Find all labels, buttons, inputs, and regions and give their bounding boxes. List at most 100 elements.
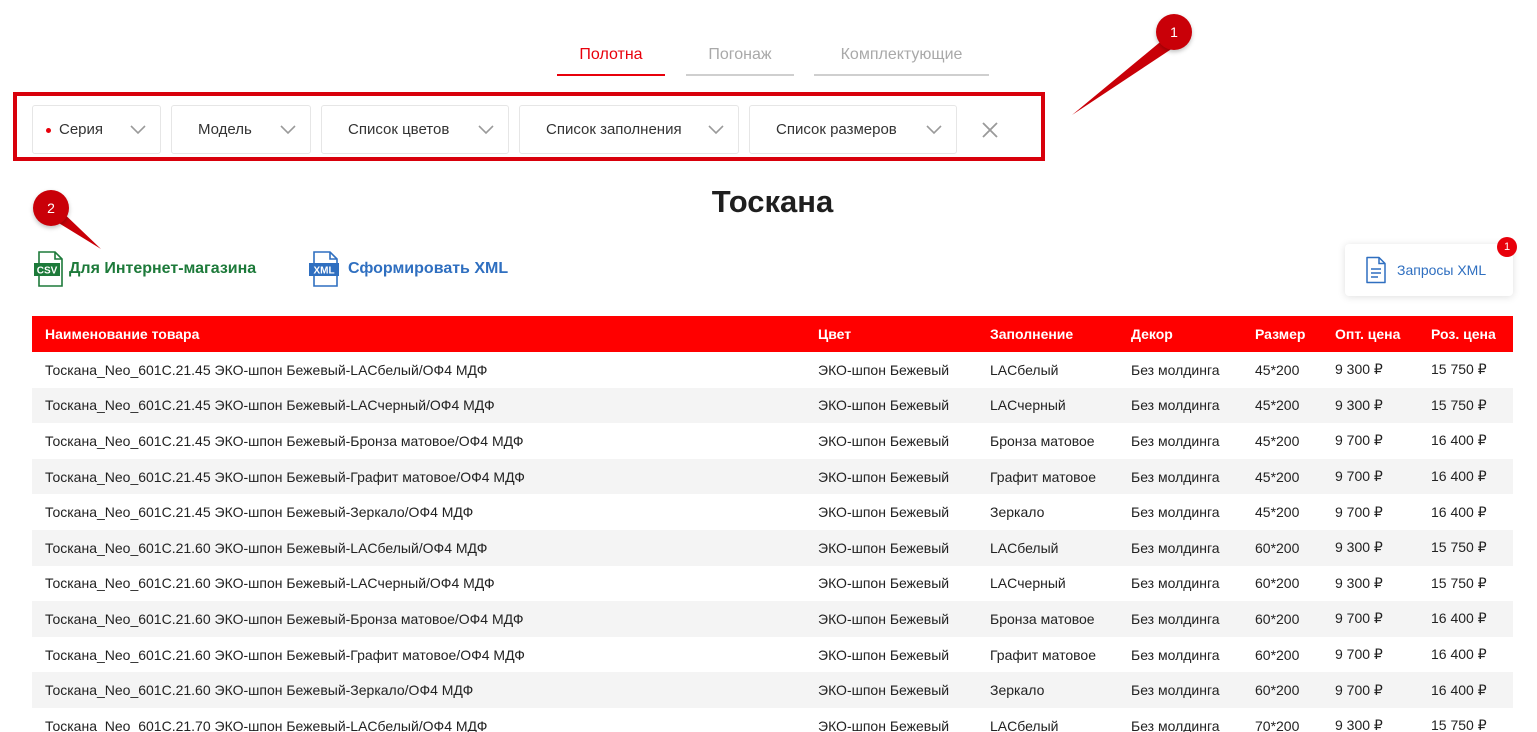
- cell-color: ЭКО-шпон Бежевый: [818, 575, 950, 592]
- cell-retail-price: 15 750 ₽: [1431, 361, 1487, 378]
- cell-name: Тоскана_Neo_601C.21.45 ЭКО-шпон Бежевый-…: [45, 432, 524, 449]
- cell-size: 60*200: [1255, 575, 1300, 592]
- cell-name: Тоскана_Neo_601C.21.45 ЭКО-шпон Бежевый-…: [45, 504, 474, 521]
- cell-name: Тоскана_Neo_601C.21.70 ЭКО-шпон Бежевый-…: [45, 717, 488, 732]
- notification-badge: 1: [1497, 237, 1517, 257]
- cell-filling: Бронза матовое: [977, 601, 1118, 637]
- cell-name: Тоскана_Neo_601C.21.60 ЭКО-шпон Бежевый-…: [32, 529, 805, 566]
- cell-filling: Графит матовое: [990, 646, 1097, 663]
- export-csv-link[interactable]: CSV Для Интернет-магазина: [33, 250, 256, 288]
- cell-filling: Бронза матовое: [990, 432, 1095, 449]
- xml-icon-text: XML: [313, 266, 334, 277]
- table-row[interactable]: Тоскана_Neo_601C.21.45 ЭКО-шпон Бежевый-…: [32, 423, 1513, 459]
- cell-name: Тоскана_Neo_601C.21.45 ЭКО-шпон Бежевый-…: [32, 387, 805, 424]
- cell-filling: LACбелый: [990, 717, 1059, 732]
- column-header-name[interactable]: Наименование товара: [32, 316, 805, 352]
- filter-label: Серия: [59, 121, 104, 138]
- clear-filters-close-icon[interactable]: [979, 119, 1001, 141]
- tab-polotna[interactable]: Полотна: [557, 40, 665, 76]
- cell-color: ЭКО-шпон Бежевый: [818, 646, 950, 663]
- generate-xml-link[interactable]: XML Сформировать XML: [308, 250, 508, 288]
- xml-requests-label: Запросы XML: [1397, 262, 1487, 278]
- cell-filling: LACчерный: [990, 575, 1066, 592]
- cell-size: 60*200: [1242, 529, 1322, 566]
- cell-size: 60*200: [1255, 646, 1300, 663]
- cell-size: 45*200: [1255, 504, 1300, 521]
- cell-filling: LACбелый: [990, 361, 1059, 378]
- chevron-down-icon: [926, 124, 942, 134]
- filter-filling-dropdown[interactable]: Список заполнения: [519, 105, 739, 154]
- column-header-color[interactable]: Цвет: [805, 316, 977, 352]
- cell-decor: Без молдинга: [1131, 504, 1220, 521]
- table-row[interactable]: Тоскана_Neo_601C.21.60 ЭКО-шпон Бежевый-…: [32, 637, 1513, 673]
- chevron-down-icon: [280, 124, 296, 134]
- table-row[interactable]: Тоскана_Neo_601C.21.45 ЭКО-шпон Бежевый-…: [32, 458, 1513, 495]
- cell-decor: Без молдинга: [1131, 432, 1220, 449]
- cell-size: 60*200: [1242, 601, 1322, 637]
- column-header-size[interactable]: Размер: [1242, 316, 1322, 352]
- column-header-wholesale-price[interactable]: Опт. цена: [1322, 316, 1418, 352]
- cell-wholesale-price: 9 700 ₽: [1335, 646, 1383, 663]
- callout-1-arrow: [1072, 38, 1176, 115]
- cell-retail-price: 16 400 ₽: [1418, 601, 1513, 637]
- cell-retail-price: 16 400 ₽: [1431, 646, 1487, 663]
- products-table: Наименование товара Цвет Заполнение Деко…: [32, 316, 1513, 732]
- cell-wholesale-price: 9 700 ₽: [1335, 503, 1383, 520]
- cell-retail-price: 15 750 ₽: [1431, 717, 1487, 732]
- cell-filling: Зеркало: [977, 672, 1118, 708]
- document-icon: [1366, 256, 1386, 284]
- cell-retail-price: 15 750 ₽: [1418, 529, 1513, 566]
- csv-icon-text: CSV: [37, 266, 58, 277]
- cell-size: 45*200: [1255, 432, 1300, 449]
- tab-komplektuyushchie[interactable]: Комплектующие: [814, 40, 989, 76]
- cell-filling: LACбелый: [977, 529, 1118, 566]
- table-row[interactable]: Тоскана_Neo_601C.21.45 ЭКО-шпон Бежевый-…: [32, 352, 1513, 388]
- cell-wholesale-price: 9 700 ₽: [1322, 601, 1418, 637]
- xml-file-icon: XML: [309, 251, 339, 287]
- filter-label: Список размеров: [776, 121, 897, 138]
- table-row[interactable]: Тоскана_Neo_601C.21.45 ЭКО-шпон Бежевый-…: [32, 387, 1513, 424]
- category-tabs: Полотна Погонаж Комплектующие: [557, 40, 989, 76]
- cell-filling: Зеркало: [990, 504, 1045, 521]
- cell-name: Тоскана_Neo_601C.21.60 ЭКО-шпон Бежевый-…: [32, 672, 805, 708]
- table-row[interactable]: Тоскана_Neo_601C.21.45 ЭКО-шпон Бежевый-…: [32, 494, 1513, 530]
- cell-filling: Графит матовое: [977, 458, 1118, 495]
- cell-color: ЭКО-шпон Бежевый: [805, 601, 977, 637]
- cell-color: ЭКО-шпон Бежевый: [818, 504, 950, 521]
- cell-wholesale-price: 9 300 ₽: [1335, 717, 1383, 732]
- filter-label: Список заполнения: [546, 121, 682, 138]
- cell-color: ЭКО-шпон Бежевый: [805, 387, 977, 424]
- cell-retail-price: 16 400 ₽: [1418, 458, 1513, 495]
- filter-series-dropdown[interactable]: Серия: [32, 105, 161, 154]
- filter-sizes-dropdown[interactable]: Список размеров: [749, 105, 957, 154]
- cell-wholesale-price: 9 700 ₽: [1322, 458, 1418, 495]
- column-header-retail-price[interactable]: Роз. цена: [1418, 316, 1513, 352]
- table-row[interactable]: Тоскана_Neo_601C.21.60 ЭКО-шпон Бежевый-…: [32, 529, 1513, 566]
- cell-wholesale-price: 9 300 ₽: [1335, 361, 1383, 378]
- table-row[interactable]: Тоскана_Neo_601C.21.70 ЭКО-шпон Бежевый-…: [32, 708, 1513, 732]
- filter-bar-highlight: Серия Модель Список цветов Список заполн…: [13, 92, 1045, 161]
- cell-retail-price: 16 400 ₽: [1418, 672, 1513, 708]
- chevron-down-icon: [130, 124, 146, 134]
- cell-wholesale-price: 9 700 ₽: [1322, 672, 1418, 708]
- cell-decor: Без молдинга: [1131, 361, 1220, 378]
- table-row[interactable]: Тоскана_Neo_601C.21.60 ЭКО-шпон Бежевый-…: [32, 672, 1513, 708]
- chevron-down-icon: [708, 124, 724, 134]
- cell-name: Тоскана_Neo_601C.21.60 ЭКО-шпон Бежевый-…: [45, 575, 495, 592]
- tab-pogonazh[interactable]: Погонаж: [686, 40, 794, 76]
- table-row[interactable]: Тоскана_Neo_601C.21.60 ЭКО-шпон Бежевый-…: [32, 601, 1513, 637]
- cell-retail-price: 16 400 ₽: [1431, 503, 1487, 520]
- generate-xml-label: Сформировать XML: [348, 260, 509, 277]
- table-row[interactable]: Тоскана_Neo_601C.21.60 ЭКО-шпон Бежевый-…: [32, 566, 1513, 602]
- cell-color: ЭКО-шпон Бежевый: [805, 458, 977, 495]
- filter-model-dropdown[interactable]: Модель: [171, 105, 311, 154]
- cell-decor: Без молдинга: [1118, 529, 1242, 566]
- cell-retail-price: 15 750 ₽: [1418, 387, 1513, 424]
- cell-decor: Без молдинга: [1118, 458, 1242, 495]
- xml-requests-button[interactable]: Запросы XML 1: [1345, 237, 1517, 296]
- column-header-filling[interactable]: Заполнение: [977, 316, 1118, 352]
- filter-colors-dropdown[interactable]: Список цветов: [321, 105, 509, 154]
- cell-size: 60*200: [1242, 672, 1322, 708]
- cell-name: Тоскана_Neo_601C.21.45 ЭКО-шпон Бежевый-…: [32, 458, 805, 495]
- column-header-decor[interactable]: Декор: [1118, 316, 1242, 352]
